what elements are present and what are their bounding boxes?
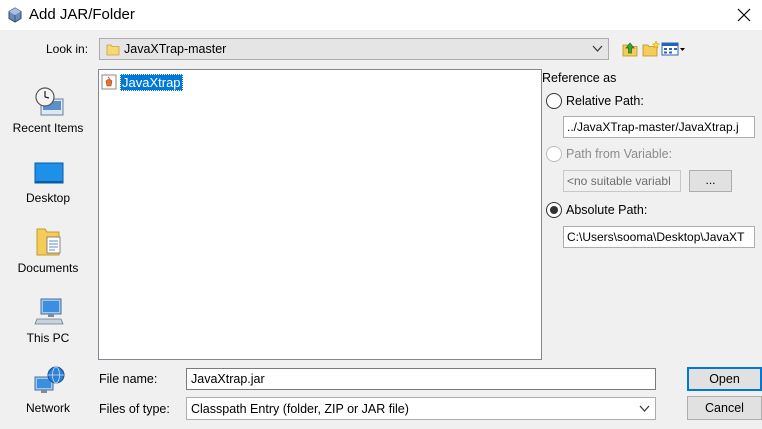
variable-field[interactable]: <no suitable variabl bbox=[563, 170, 681, 192]
place-label: Documents bbox=[17, 261, 79, 275]
reference-as-heading: Reference as bbox=[542, 71, 617, 85]
close-icon[interactable] bbox=[726, 0, 762, 30]
file-list[interactable]: JavaXtrap bbox=[98, 69, 542, 360]
relative-path-label: Relative Path: bbox=[566, 94, 644, 108]
files-of-type-value: Classpath Entry (folder, ZIP or JAR file… bbox=[191, 402, 409, 416]
relative-path-field[interactable]: ../JavaXTrap-master/JavaXtrap.j bbox=[563, 116, 755, 138]
files-of-type-label: Files of type: bbox=[99, 402, 170, 416]
browse-variable-button[interactable]: ... bbox=[689, 170, 732, 192]
place-label: Network bbox=[25, 401, 70, 415]
place-label: This PC bbox=[26, 331, 70, 345]
this-pc-icon bbox=[33, 295, 65, 327]
place-recent-items[interactable]: Recent Items bbox=[5, 77, 91, 145]
open-button[interactable]: Open bbox=[687, 367, 762, 391]
place-this-pc[interactable]: This PC bbox=[5, 287, 91, 355]
absolute-path-label: Absolute Path: bbox=[566, 203, 648, 217]
path-from-variable-label: Path from Variable: bbox=[566, 147, 673, 161]
look-in-label: Look in: bbox=[46, 42, 89, 56]
chevron-down-icon bbox=[639, 403, 650, 417]
file-name-label: File name: bbox=[99, 372, 158, 386]
title-bar: Add JAR/Folder bbox=[0, 0, 762, 30]
view-menu-icon[interactable] bbox=[661, 40, 687, 58]
new-folder-icon[interactable] bbox=[641, 40, 661, 58]
file-name: JavaXtrap bbox=[120, 73, 183, 91]
path-from-variable-radio[interactable] bbox=[546, 146, 562, 162]
absolute-path-radio[interactable] bbox=[546, 202, 562, 218]
relative-path-radio[interactable] bbox=[546, 93, 562, 109]
absolute-path-field[interactable]: C:\Users\sooma\Desktop\JavaXT bbox=[563, 226, 755, 248]
window-title: Add JAR/Folder bbox=[29, 6, 135, 23]
place-network[interactable]: Network bbox=[5, 357, 91, 425]
place-label: Desktop bbox=[25, 191, 71, 205]
file-name-input[interactable]: JavaXtrap.jar bbox=[186, 368, 656, 390]
documents-icon bbox=[33, 225, 65, 257]
files-of-type-dropdown[interactable]: Classpath Entry (folder, ZIP or JAR file… bbox=[186, 397, 656, 420]
add-jar-folder-dialog: Add JAR/Folder Look in: JavaXTrap-master bbox=[0, 0, 762, 429]
folder-icon bbox=[106, 43, 120, 59]
jar-file-icon bbox=[101, 74, 117, 90]
network-icon bbox=[33, 365, 65, 397]
place-label: Recent Items bbox=[12, 121, 84, 135]
chevron-down-icon bbox=[592, 43, 603, 57]
cancel-button[interactable]: Cancel bbox=[687, 396, 762, 420]
list-item[interactable]: JavaXtrap bbox=[101, 73, 185, 91]
up-one-level-icon[interactable] bbox=[620, 40, 640, 58]
look-in-value: JavaXTrap-master bbox=[124, 42, 227, 56]
places-bar: Recent Items Desktop Documents This PC N… bbox=[5, 69, 91, 415]
recent-items-icon bbox=[33, 85, 65, 117]
app-cube-icon bbox=[7, 7, 23, 23]
look-in-dropdown[interactable]: JavaXTrap-master bbox=[99, 38, 609, 60]
place-desktop[interactable]: Desktop bbox=[5, 147, 91, 215]
place-documents[interactable]: Documents bbox=[5, 217, 91, 285]
desktop-icon bbox=[33, 155, 65, 187]
